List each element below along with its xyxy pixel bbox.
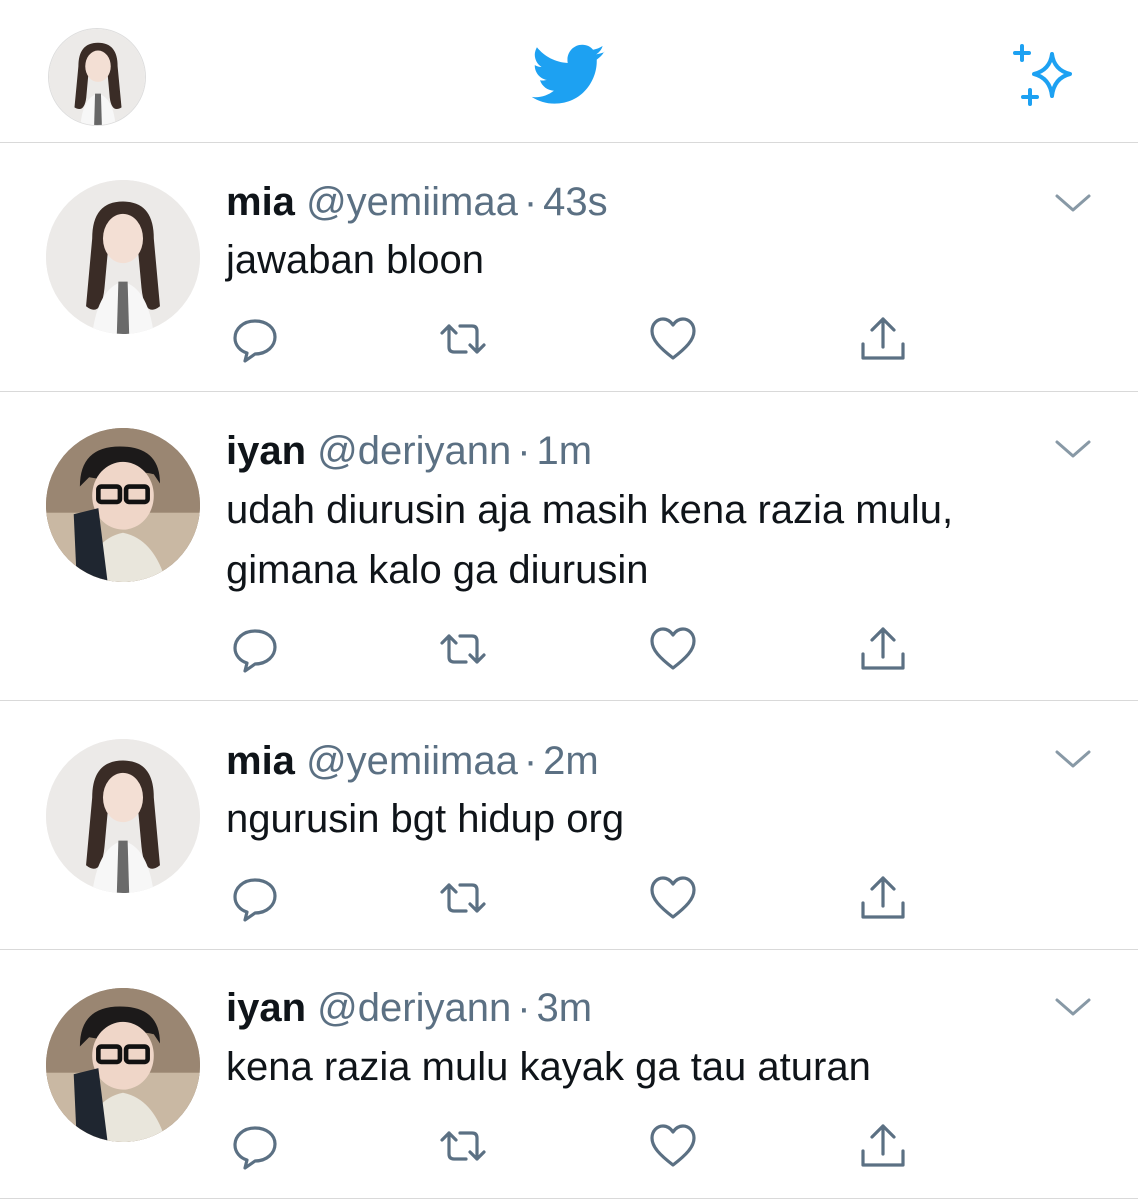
tweet-meta: mia @yemiimaa · 43s [226, 178, 608, 226]
user-handle[interactable]: @yemiimaa [306, 180, 518, 224]
tweet-text-line: ngurusin bgt hidup org [226, 797, 625, 841]
like-icon[interactable] [648, 624, 698, 674]
separator-dot: · [517, 986, 531, 1030]
tweet-item[interactable]: mia @yemiimaa · 2m ngurusin bgt hidup org [0, 701, 1138, 950]
tweet-text-line: udah diurusin aja masih kena razia mulu, [226, 488, 954, 532]
separator-dot: · [523, 739, 538, 783]
tweet-meta: iyan @deriyann · 1m [226, 427, 592, 475]
timeline-header [0, 0, 1138, 143]
timestamp[interactable]: 3m [537, 986, 593, 1030]
share-icon[interactable] [858, 1121, 908, 1171]
retweet-icon[interactable] [438, 1121, 488, 1171]
retweet-icon[interactable] [438, 873, 488, 923]
tweet-actions [230, 314, 920, 364]
chevron-down-icon[interactable] [1053, 190, 1093, 216]
tweet-text-line: kena razia mulu kayak ga tau aturan [226, 1045, 871, 1089]
like-icon[interactable] [648, 1121, 698, 1171]
chevron-down-icon[interactable] [1053, 746, 1093, 772]
separator-dot: · [523, 180, 538, 224]
share-icon[interactable] [858, 314, 908, 364]
retweet-icon[interactable] [438, 624, 488, 674]
separator-dot: · [517, 429, 531, 473]
tweet-actions [230, 873, 920, 923]
chevron-down-icon[interactable] [1053, 994, 1093, 1020]
timestamp[interactable]: 1m [537, 429, 593, 473]
twitter-bird-icon[interactable] [526, 38, 612, 112]
avatar[interactable] [46, 180, 200, 334]
like-icon[interactable] [648, 873, 698, 923]
retweet-icon[interactable] [438, 314, 488, 364]
avatar[interactable] [46, 988, 200, 1142]
tweet-actions [230, 1121, 920, 1171]
reply-icon[interactable] [230, 314, 280, 364]
reply-icon[interactable] [230, 873, 280, 923]
tweet-meta: iyan @deriyann · 3m [226, 984, 592, 1032]
display-name[interactable]: mia [226, 739, 295, 783]
timestamp[interactable]: 43s [543, 180, 608, 224]
display-name[interactable]: iyan [226, 986, 306, 1030]
chevron-down-icon[interactable] [1053, 436, 1093, 462]
reply-icon[interactable] [230, 624, 280, 674]
avatar[interactable] [46, 739, 200, 893]
tweet-item[interactable]: mia @yemiimaa · 43s jawaban bloon [0, 143, 1138, 392]
tweet-item[interactable]: iyan @deriyann · 1m udah diurusin aja masi… [0, 392, 1138, 701]
share-icon[interactable] [858, 873, 908, 923]
tweet-text-line: gimana kalo ga diurusin [226, 548, 649, 592]
user-handle[interactable]: @deriyann [317, 429, 511, 473]
user-handle[interactable]: @deriyann [317, 986, 511, 1030]
display-name[interactable]: iyan [226, 429, 306, 473]
tweet-text: udah diurusin aja masih kena razia mulu,… [226, 480, 1106, 600]
display-name[interactable]: mia [226, 180, 295, 224]
user-handle[interactable]: @yemiimaa [306, 739, 518, 783]
share-icon[interactable] [858, 624, 908, 674]
sparkle-icon[interactable] [1008, 40, 1084, 110]
tweet-text: jawaban bloon [226, 230, 1106, 290]
tweet-text-line: jawaban bloon [226, 238, 484, 282]
tweet-actions [230, 624, 920, 674]
tweet-text: kena razia mulu kayak ga tau aturan [226, 1037, 1106, 1097]
tweet-item[interactable]: iyan @deriyann · 3m kena razia mulu kayak … [0, 950, 1138, 1199]
tweet-text: ngurusin bgt hidup org [226, 789, 1106, 849]
timestamp[interactable]: 2m [543, 739, 599, 783]
avatar[interactable] [46, 428, 200, 582]
like-icon[interactable] [648, 314, 698, 364]
tweet-meta: mia @yemiimaa · 2m [226, 737, 599, 785]
reply-icon[interactable] [230, 1121, 280, 1171]
profile-avatar[interactable] [48, 28, 146, 126]
